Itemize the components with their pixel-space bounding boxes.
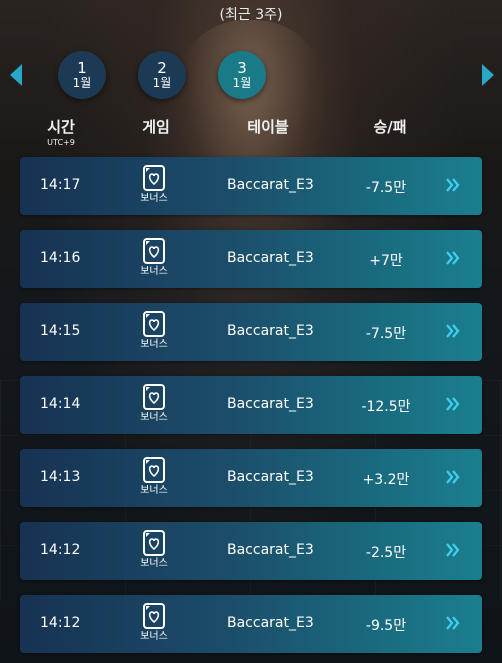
row-time: 14:12 bbox=[40, 542, 81, 558]
playing-card-heart-icon bbox=[143, 603, 165, 629]
history-row[interactable]: 14:17 보너스 Baccarat_E3 -7.5만 bbox=[20, 157, 482, 215]
header-table: 테이블 bbox=[247, 118, 289, 136]
column-headers: 시간 UTC+9 게임 테이블 승/패 bbox=[20, 116, 482, 147]
double-chevron-right-icon[interactable] bbox=[446, 468, 460, 486]
double-chevron-right-icon[interactable] bbox=[446, 614, 460, 632]
playing-card-heart-icon bbox=[143, 457, 165, 483]
row-time: 14:16 bbox=[40, 250, 81, 266]
row-result: +7만 bbox=[369, 253, 403, 269]
playing-card-heart-icon bbox=[143, 165, 165, 191]
month-tab-2[interactable]: 2 1월 bbox=[138, 51, 186, 99]
row-game-label: 보너스 bbox=[140, 266, 168, 277]
row-game: 보너스 bbox=[136, 529, 172, 570]
row-game: 보너스 bbox=[136, 164, 172, 205]
history-row[interactable]: 14:14 보너스 Baccarat_E3 -12.5만 bbox=[20, 376, 482, 434]
history-row[interactable]: 14:13 보너스 Baccarat_E3 +3.2만 bbox=[20, 449, 482, 507]
month-tab-unit: 1월 bbox=[72, 76, 92, 90]
row-game: 보너스 bbox=[136, 310, 172, 351]
row-table: Baccarat_E3 bbox=[227, 250, 314, 266]
row-time: 14:15 bbox=[40, 323, 81, 339]
header-result: 승/패 bbox=[373, 118, 407, 136]
row-result: -9.5만 bbox=[365, 618, 407, 634]
row-time: 14:14 bbox=[40, 396, 81, 412]
range-label: (최근 3주) bbox=[219, 7, 283, 23]
row-game-label: 보너스 bbox=[140, 339, 168, 350]
row-time: 14:12 bbox=[40, 615, 81, 631]
row-game: 보너스 bbox=[136, 237, 172, 278]
row-game-label: 보너스 bbox=[140, 485, 168, 496]
month-tab-3[interactable]: 3 1월 bbox=[218, 51, 266, 99]
month-tab-number: 1 bbox=[77, 59, 87, 77]
row-time: 14:13 bbox=[40, 469, 81, 485]
row-table: Baccarat_E3 bbox=[227, 177, 314, 193]
row-game-label: 보너스 bbox=[140, 631, 168, 642]
row-game-label: 보너스 bbox=[140, 193, 168, 204]
row-result: -7.5만 bbox=[365, 180, 407, 196]
playing-card-heart-icon bbox=[143, 238, 165, 264]
row-game: 보너스 bbox=[136, 602, 172, 643]
row-table: Baccarat_E3 bbox=[227, 615, 314, 631]
double-chevron-right-icon[interactable] bbox=[446, 249, 460, 267]
row-table: Baccarat_E3 bbox=[227, 323, 314, 339]
row-result: -12.5만 bbox=[361, 399, 411, 415]
playing-card-heart-icon bbox=[143, 311, 165, 337]
next-arrow-icon[interactable] bbox=[482, 64, 494, 86]
row-game-label: 보너스 bbox=[140, 558, 168, 569]
row-result: +3.2만 bbox=[362, 472, 410, 488]
header-time: 시간 UTC+9 bbox=[40, 116, 82, 147]
month-tab-number: 3 bbox=[237, 59, 247, 77]
prev-arrow-icon[interactable] bbox=[10, 64, 22, 86]
history-row[interactable]: 14:12 보너스 Baccarat_E3 -9.5만 bbox=[20, 595, 482, 653]
row-game-label: 보너스 bbox=[140, 412, 168, 423]
month-tab-1[interactable]: 1 1월 bbox=[58, 51, 106, 99]
history-row[interactable]: 14:16 보너스 Baccarat_E3 +7만 bbox=[20, 230, 482, 288]
row-time: 14:17 bbox=[40, 177, 81, 193]
row-result: -7.5만 bbox=[365, 326, 407, 342]
month-tabs: 1 1월 2 1월 3 1월 bbox=[58, 51, 266, 99]
month-tab-number: 2 bbox=[157, 59, 167, 77]
history-list: 14:17 보너스 Baccarat_E3 -7.5만 14:16 보너스 Ba… bbox=[20, 157, 482, 663]
double-chevron-right-icon[interactable] bbox=[446, 322, 460, 340]
row-game: 보너스 bbox=[136, 383, 172, 424]
month-tab-unit: 1월 bbox=[152, 76, 172, 90]
row-result: -2.5만 bbox=[365, 545, 407, 561]
month-tab-unit: 1월 bbox=[232, 76, 252, 90]
header-game: 게임 bbox=[142, 118, 170, 136]
row-table: Baccarat_E3 bbox=[227, 396, 314, 412]
history-row[interactable]: 14:15 보너스 Baccarat_E3 -7.5만 bbox=[20, 303, 482, 361]
double-chevron-right-icon[interactable] bbox=[446, 395, 460, 413]
playing-card-heart-icon bbox=[143, 530, 165, 556]
playing-card-heart-icon bbox=[143, 384, 165, 410]
row-game: 보너스 bbox=[136, 456, 172, 497]
history-row[interactable]: 14:12 보너스 Baccarat_E3 -2.5만 bbox=[20, 522, 482, 580]
row-table: Baccarat_E3 bbox=[227, 542, 314, 558]
header-time-label: 시간 bbox=[47, 118, 75, 136]
double-chevron-right-icon[interactable] bbox=[446, 541, 460, 559]
row-table: Baccarat_E3 bbox=[227, 469, 314, 485]
header-timezone: UTC+9 bbox=[47, 138, 75, 147]
double-chevron-right-icon[interactable] bbox=[446, 176, 460, 194]
